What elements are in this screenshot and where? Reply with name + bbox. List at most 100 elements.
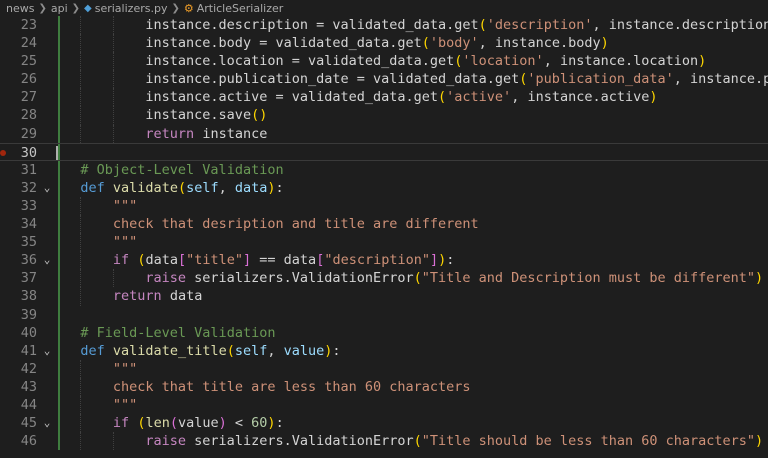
- code-line[interactable]: 36 ⌄ if (data["title"] == data["descripti…: [0, 251, 768, 270]
- code-token: 'location': [462, 53, 544, 70]
- line-number: 23: [20, 17, 37, 33]
- code-text: """: [56, 360, 137, 378]
- breadcrumb: news ❯ api ❯ ◆ serializers.py ❯ ⚙ ArticleS…: [0, 0, 768, 16]
- code-line[interactable]: 23 instance.description = validated_data…: [0, 16, 768, 35]
- code-token: """: [112, 396, 138, 413]
- git-change-marker[interactable]: [58, 143, 60, 160]
- code-line[interactable]: 41 ⌄ def validate_title(self, value):: [0, 341, 768, 360]
- breadcrumb-symbol-articleserializer[interactable]: ⚙ ArticleSerializer: [184, 2, 283, 15]
- code-token: ]: [430, 252, 439, 269]
- code-line[interactable]: 25 instance.location = validated_data.ge…: [0, 52, 768, 71]
- code-token: instance.location = validated_data.get: [145, 53, 455, 70]
- code-token: if: [112, 252, 130, 269]
- code-line[interactable]: 35 """: [0, 233, 768, 252]
- code-line[interactable]: 28 instance.save(): [0, 106, 768, 125]
- code-line[interactable]: 45 ⌄ if (len(value) < 60):: [0, 414, 768, 433]
- code-token: ,: [267, 342, 284, 359]
- code-token: (: [177, 179, 187, 196]
- code-token: data: [145, 252, 178, 269]
- code-line[interactable]: 37 raise serializers.ValidationError("Ti…: [0, 269, 768, 288]
- code-line[interactable]: 24 instance.body = validated_data.get('b…: [0, 34, 768, 53]
- line-number: 34: [20, 216, 37, 233]
- code-token: len: [145, 415, 170, 432]
- code-text: """: [56, 233, 137, 251]
- code-line[interactable]: 27 instance.active = validated_data.get(…: [0, 88, 768, 107]
- code-line[interactable]: 46 raise serializers.ValidationError("Ti…: [0, 432, 768, 451]
- code-text: """: [56, 197, 137, 215]
- code-token: :: [446, 252, 455, 269]
- code-token: ): [600, 35, 609, 52]
- code-token: ): [698, 53, 707, 70]
- breadcrumb-file-serializers[interactable]: ◆ serializers.py: [84, 2, 167, 15]
- python-file-icon: ◆: [84, 2, 92, 14]
- code-token: serializers.ValidationError: [186, 433, 414, 450]
- line-number: 30: [20, 144, 37, 161]
- code-line[interactable]: 34 check that desription and title are d…: [0, 215, 768, 234]
- code-token: """: [112, 197, 138, 214]
- code-text: def validate_title(self, value):: [56, 342, 340, 360]
- chevron-right-icon: ❯: [171, 2, 180, 14]
- code-token: (: [421, 35, 430, 52]
- code-line[interactable]: 30: [0, 142, 768, 161]
- code-line[interactable]: 26 instance.publication_date = validated…: [0, 70, 768, 89]
- code-token: ): [755, 270, 764, 287]
- text-cursor: [56, 145, 58, 160]
- class-symbol-icon: ⚙: [183, 1, 194, 15]
- code-token: , instance.location: [543, 53, 699, 70]
- code-token: ,: [218, 179, 235, 196]
- code-token: value: [283, 342, 325, 359]
- line-number: 41: [20, 342, 37, 359]
- line-number: 39: [20, 306, 37, 323]
- code-line[interactable]: 33 """: [0, 196, 768, 216]
- code-line[interactable]: 39: [0, 305, 768, 324]
- line-number: 35: [20, 234, 37, 251]
- code-text: """: [56, 396, 137, 414]
- code-token: check that title are less than 60 charac…: [112, 378, 471, 395]
- code-line[interactable]: 31 # Object-Level Validation: [0, 160, 768, 179]
- code-text: # Field-Level Validation: [56, 324, 275, 342]
- code-token: (: [413, 433, 422, 450]
- code-token: self: [186, 179, 219, 196]
- code-token: ]: [243, 252, 252, 269]
- fold-chevron-icon[interactable]: ⌄: [41, 251, 53, 269]
- code-line[interactable]: 38 return data: [0, 287, 768, 306]
- breadcrumb-folder-api[interactable]: api: [51, 2, 68, 15]
- code-token: data: [234, 179, 268, 196]
- code-token: 'publication_data': [527, 71, 674, 88]
- line-number: 33: [20, 197, 37, 214]
- code-line[interactable]: 29 return instance: [0, 124, 768, 143]
- code-token: validate_title: [112, 342, 227, 359]
- code-text: return instance: [56, 125, 267, 143]
- code-text: instance.location = validated_data.get('…: [56, 52, 706, 70]
- code-line[interactable]: 43 check that title are less than 60 cha…: [0, 377, 768, 396]
- breadcrumb-label: ArticleSerializer: [196, 1, 284, 15]
- code-line[interactable]: 44 """: [0, 395, 768, 415]
- fold-chevron-icon[interactable]: ⌄: [41, 414, 53, 432]
- code-token: "description": [324, 252, 430, 269]
- breadcrumb-folder-news[interactable]: news: [6, 2, 34, 15]
- code-token: def: [80, 342, 105, 359]
- code-token: ): [267, 415, 276, 432]
- code-token: raise: [145, 433, 187, 450]
- code-text: # Object-Level Validation: [56, 161, 283, 179]
- code-line[interactable]: 32 ⌄ def validate(self, data):: [0, 178, 768, 197]
- breadcrumb-label: serializers.py: [94, 1, 168, 15]
- code-token: check that desription and title are diff…: [112, 216, 479, 233]
- code-token: "title": [186, 252, 244, 269]
- fold-chevron-icon[interactable]: ⌄: [41, 342, 53, 360]
- code-text: instance.active = validated_data.get('ac…: [56, 88, 657, 106]
- line-number: 24: [20, 35, 37, 52]
- code-line[interactable]: 40 # Field-Level Validation: [0, 323, 768, 342]
- code-line[interactable]: 42 """: [0, 359, 768, 378]
- line-number: 43: [20, 378, 37, 395]
- code-token: # Field-Level Validation: [80, 324, 276, 341]
- code-token: , instance.description: [592, 17, 768, 33]
- code-text: instance.body = validated_data.get('body…: [56, 34, 609, 52]
- fold-chevron-icon[interactable]: ⌄: [41, 179, 53, 197]
- code-editor[interactable]: 23 instance.description = validated_data…: [0, 16, 768, 458]
- code-token: return: [112, 288, 162, 305]
- line-number: 42: [20, 360, 37, 377]
